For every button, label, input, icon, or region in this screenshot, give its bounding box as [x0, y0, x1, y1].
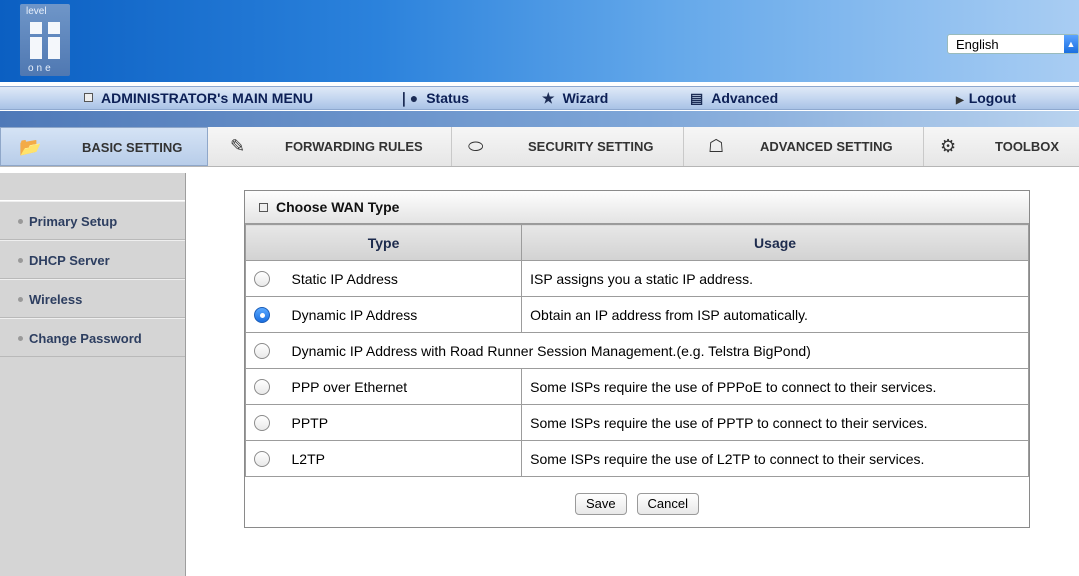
admin-main-menu-label: ADMINISTRATOR's MAIN MENU	[101, 90, 314, 106]
radio-pptp[interactable]	[253, 415, 270, 432]
bullet-icon	[18, 336, 23, 341]
button-row: Save Cancel	[245, 477, 1029, 531]
header-banner: level one English ▲	[0, 0, 1079, 82]
radio-l2tp[interactable]	[253, 451, 270, 468]
sidebar-item-wireless[interactable]: Wireless	[0, 279, 185, 318]
logout-label: Logout	[968, 90, 1017, 106]
sidebar-item-primary-setup[interactable]: Primary Setup	[0, 201, 185, 240]
language-select-value: English	[956, 37, 999, 52]
radio-cell	[245, 404, 278, 441]
sidebar-item-label: DHCP Server	[29, 253, 110, 268]
table-header-row: Type Usage	[244, 224, 1029, 261]
security-icon: ⬭	[468, 136, 484, 156]
usage-cell: ISP assigns you a static IP address.	[521, 260, 1029, 297]
bullet-icon	[18, 258, 23, 263]
radio-cell	[245, 260, 278, 297]
status-label: Status	[426, 90, 469, 106]
tab-bar: 📂 BASIC SETTING ✎ FORWARDING RULES ⬭ SEC…	[0, 127, 1079, 167]
sidebar-item-change-password[interactable]: Change Password	[0, 318, 185, 357]
tab-toolbox[interactable]: ⚙ TOOLBOX	[924, 127, 1079, 166]
table-row: Dynamic IP Address with Road Runner Sess…	[245, 332, 1029, 369]
radio-static-ip[interactable]	[253, 271, 270, 288]
header-stripe	[0, 111, 1079, 127]
tab-advanced-setting[interactable]: ☖ ADVANCED SETTING	[684, 127, 924, 166]
tab-toolbox-label: TOOLBOX	[995, 139, 1060, 154]
tab-advanced-setting-label: ADVANCED SETTING	[760, 139, 893, 154]
advanced-icon: ☖	[708, 136, 725, 156]
panel-title-text: Choose WAN Type	[276, 199, 400, 215]
tab-security-setting[interactable]: ⬭ SECURITY SETTING	[452, 127, 684, 166]
logout-link[interactable]: ▶ Logout	[956, 90, 1016, 106]
table-row: L2TP Some ISPs require the use of L2TP t…	[245, 440, 1029, 477]
triangle-right-icon: ▶	[956, 95, 964, 106]
radio-cell	[245, 332, 278, 369]
radio-dynamic-ip[interactable]	[253, 307, 270, 324]
wizard-link[interactable]: ★ Wizard	[542, 90, 608, 107]
main-menu-bar: ADMINISTRATOR's MAIN MENU ❘● Status ★ Wiza…	[0, 86, 1079, 110]
sidebar-item-label: Change Password	[29, 331, 142, 346]
forwarding-icon: ✎	[230, 136, 246, 156]
radio-pppoe[interactable]	[253, 379, 270, 396]
logo-block	[48, 22, 60, 34]
tab-security-setting-label: SECURITY SETTING	[528, 139, 654, 154]
sidebar-item-dhcp-server[interactable]: DHCP Server	[0, 240, 185, 279]
chevron-updown-icon: ▲	[1064, 35, 1078, 53]
panel-title: Choose WAN Type	[245, 191, 1029, 224]
square-bullet-icon	[259, 203, 268, 212]
column-header-type: Type	[244, 224, 523, 261]
table-row: Static IP Address ISP assigns you a stat…	[245, 260, 1029, 297]
radio-road-runner[interactable]	[253, 343, 270, 360]
tab-forwarding-rules-label: FORWARDING RULES	[285, 139, 423, 154]
type-cell: Dynamic IP Address with Road Runner Sess…	[277, 332, 1029, 369]
toolbox-icon: ⚙	[940, 136, 957, 156]
levelone-logo: level one	[20, 4, 70, 76]
wizard-label: Wizard	[562, 90, 609, 106]
admin-main-menu-link[interactable]: ADMINISTRATOR's MAIN MENU	[84, 90, 313, 106]
advanced-label: Advanced	[711, 90, 779, 106]
wan-type-table: Type Usage Static IP Address ISP assigns…	[244, 224, 1029, 477]
usage-cell: Obtain an IP address from ISP automatica…	[521, 296, 1029, 333]
type-cell: PPTP	[277, 404, 523, 441]
usage-cell: Some ISPs require the use of L2TP to con…	[521, 440, 1029, 477]
logo-text-top: level	[26, 6, 47, 17]
type-cell: L2TP	[277, 440, 523, 477]
radio-cell	[245, 296, 278, 333]
sidebar-item-label: Wireless	[29, 292, 83, 307]
tab-basic-setting-label: BASIC SETTING	[82, 140, 183, 155]
bullet-icon	[18, 219, 23, 224]
table-row: Dynamic IP Address Obtain an IP address …	[245, 296, 1029, 333]
cancel-button[interactable]: Cancel	[636, 493, 699, 515]
status-link[interactable]: ❘● Status	[398, 90, 469, 107]
sidebar-item-label: Primary Setup	[29, 214, 118, 229]
wizard-icon: ★	[542, 90, 555, 106]
radio-cell	[245, 440, 278, 477]
type-cell: Dynamic IP Address	[277, 296, 523, 333]
type-cell: PPP over Ethernet	[277, 368, 523, 405]
sidebar: Primary Setup DHCP Server Wireless Chang…	[0, 173, 186, 576]
logo-text-bottom: one	[28, 63, 54, 74]
wan-type-panel: Choose WAN Type Type Usage Static IP Add…	[244, 190, 1030, 528]
status-person-icon: ❘●	[398, 90, 419, 106]
save-button[interactable]: Save	[575, 493, 627, 515]
logo-block	[48, 37, 60, 59]
logo-block	[30, 22, 42, 34]
bullet-icon	[18, 297, 23, 302]
advanced-link[interactable]: ▤ Advanced	[690, 90, 778, 107]
column-header-usage: Usage	[521, 224, 1029, 261]
table-row: PPP over Ethernet Some ISPs require the …	[245, 368, 1029, 405]
advanced-book-icon: ▤	[690, 90, 704, 106]
type-cell: Static IP Address	[277, 260, 523, 297]
square-bullet-icon	[84, 93, 93, 102]
language-select[interactable]: English ▲	[947, 34, 1079, 54]
radio-cell	[245, 368, 278, 405]
folder-icon: 📂	[19, 137, 42, 157]
sidebar-header	[0, 173, 185, 201]
usage-cell: Some ISPs require the use of PPPoE to co…	[521, 368, 1029, 405]
table-row: PPTP Some ISPs require the use of PPTP t…	[245, 404, 1029, 441]
tab-forwarding-rules[interactable]: ✎ FORWARDING RULES	[208, 127, 452, 166]
usage-cell: Some ISPs require the use of PPTP to con…	[521, 404, 1029, 441]
logo-block	[30, 37, 42, 59]
tab-basic-setting[interactable]: 📂 BASIC SETTING	[0, 127, 208, 166]
